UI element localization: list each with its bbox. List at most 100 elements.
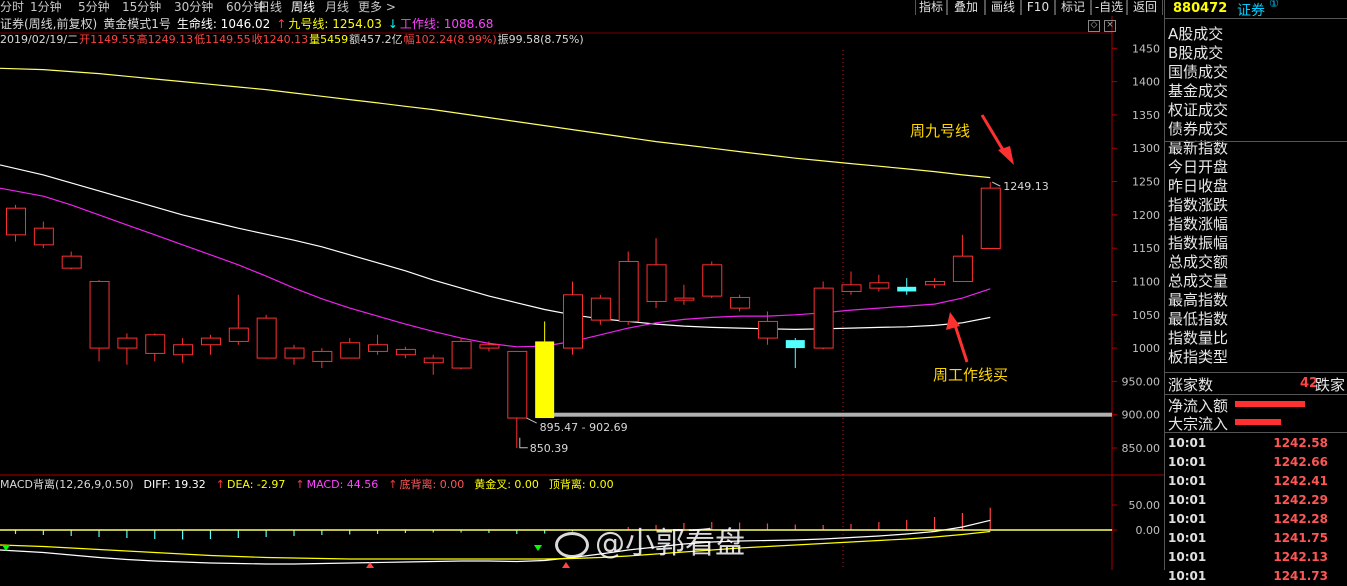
annotation-work-line-buy: 周工作线买 — [933, 366, 1009, 384]
candle — [785, 340, 805, 349]
support-line — [540, 412, 1112, 417]
macdline-item-1: DIFF: 19.32 — [143, 478, 206, 491]
candle — [674, 297, 695, 301]
security-code: 880472 — [1173, 1, 1228, 16]
candle — [730, 296, 751, 309]
tick-time: 10:01 — [1168, 550, 1207, 564]
y-axis-label: 1250 — [1132, 176, 1160, 189]
tick-value: 1242.66 — [1273, 455, 1328, 469]
infoline1-item-3: ↑ — [276, 17, 287, 31]
sidebar-item-3[interactable]: 基金成交 — [1168, 82, 1228, 101]
sidebar-item-15[interactable]: 最低指数 — [1168, 310, 1228, 329]
sidebar-item-5[interactable]: 债券成交 — [1168, 120, 1228, 139]
sidebar-item-8[interactable]: 昨日收盘 — [1168, 177, 1228, 196]
tick-time: 10:01 — [1168, 474, 1207, 488]
macdline-item-9: 顶背离: 0.00 — [548, 478, 614, 491]
sidebar-item-14[interactable]: 最高指数 — [1168, 291, 1228, 310]
macdline-item-0: MACD背离(12,26,9,0.50) — [0, 478, 134, 491]
infoline2-item-0: 2019/02/19/二 — [0, 33, 79, 46]
sidebar-item-16[interactable]: 指数量比 — [1168, 329, 1228, 348]
sidebar-item-13[interactable]: 总成交量 — [1168, 272, 1228, 291]
candle — [952, 255, 973, 282]
fall-label: 跌家 — [1315, 376, 1346, 394]
y-axis-label: 950.00 — [1122, 375, 1161, 388]
macdline-item-7: 底背离: 0.00 — [399, 478, 465, 491]
candle — [869, 282, 890, 289]
period-tab-9[interactable]: 更多 > — [358, 0, 396, 14]
candle — [451, 340, 472, 369]
rise-label: 涨家数 — [1168, 376, 1214, 394]
period-tab-7[interactable]: 周线 — [291, 0, 315, 14]
candle — [61, 255, 82, 269]
toolbar-button-5[interactable]: -自选 — [1091, 0, 1127, 15]
sidebar-item-7[interactable]: 今日开盘 — [1168, 158, 1228, 177]
sidebar-item-9[interactable]: 指数涨跌 — [1168, 196, 1228, 215]
tick-time: 10:01 — [1168, 436, 1207, 450]
sidebar-item-2[interactable]: 国债成交 — [1168, 63, 1228, 82]
candle — [173, 344, 194, 356]
candle — [228, 327, 249, 342]
y-axis-label: 1400 — [1132, 76, 1160, 89]
arrow-work-line — [952, 321, 969, 363]
period-tab-2[interactable]: 5分钟 — [78, 0, 110, 14]
period-tab-0[interactable]: 分时 — [0, 0, 24, 14]
low-label: 850.39 — [530, 442, 569, 455]
toolbar-button-1[interactable]: 叠加 — [947, 0, 985, 15]
candle — [535, 341, 555, 419]
infoline2-item-2: 高1249.13 — [136, 33, 194, 46]
toolbar-button-3[interactable]: F10 — [1021, 0, 1055, 15]
sidebar-item-10[interactable]: 指数涨幅 — [1168, 215, 1228, 234]
y-axis-label: 1200 — [1132, 209, 1160, 222]
tick-time: 10:01 — [1168, 512, 1207, 526]
y-axis-label: 1000 — [1132, 342, 1160, 355]
candle — [89, 280, 110, 349]
restore-icon[interactable]: ◇ — [1088, 20, 1100, 32]
tick-time: 10:01 — [1168, 455, 1207, 469]
macd-y-label: 50.00 — [1129, 499, 1161, 512]
infoline2-item-8: 振99.58(8.75%) — [497, 33, 584, 46]
tick-row: 10:01 1242.41 — [1165, 472, 1347, 491]
period-tab-4[interactable]: 30分钟 — [174, 0, 213, 14]
candle — [841, 284, 862, 292]
candle — [618, 260, 639, 322]
ma-line-1 — [0, 164, 991, 331]
sidebar-item-17[interactable]: 板指类型 — [1168, 348, 1228, 367]
y-axis-label: 1150 — [1132, 242, 1160, 255]
candle — [368, 344, 389, 352]
infoline1-item-6: 工作线: 1088.68 — [399, 17, 494, 31]
big-inflow-row: 大宗流入 — [1165, 413, 1347, 433]
low-pointer — [519, 437, 528, 449]
y-axis-label: 900.00 — [1122, 409, 1161, 422]
period-tab-8[interactable]: 月线 — [325, 0, 349, 14]
toolbar-button-4[interactable]: 标记 — [1055, 0, 1091, 15]
security-badge: ① — [1269, 0, 1279, 10]
indicator-info-line: 证券(周线,前复权) 黄金模式1号 生命线: 1046.02 ↑ 九号线: 1254.0… — [0, 16, 499, 32]
sidebar-item-0[interactable]: A股成交 — [1168, 25, 1223, 44]
toolbar-button-6[interactable]: 返回 — [1127, 0, 1163, 15]
infoline1-item-0: 证券(周线,前复权) — [0, 17, 98, 31]
candle — [312, 350, 333, 362]
net-inflow-row: 净流入额 — [1165, 394, 1347, 415]
toolbar-button-2[interactable]: 画线 — [985, 0, 1021, 15]
tick-row: 10:01 1242.66 — [1165, 453, 1347, 472]
infoline1-item-4: 九号线: 1254.03 — [288, 17, 382, 31]
tick-value: 1242.58 — [1273, 436, 1328, 450]
security-name: 证券 — [1237, 3, 1265, 19]
toolbar-button-0[interactable]: 指标 — [915, 0, 947, 15]
period-tab-6[interactable]: 日线 — [258, 0, 282, 14]
period-tab-1[interactable]: 1分钟 — [30, 0, 62, 14]
macd-info-line: MACD背离(12,26,9,0.50) DIFF: 19.32 ↑ DEA: -2.… — [0, 478, 624, 492]
infoline2-item-4: 收1240.13 — [251, 33, 309, 46]
candle — [813, 287, 834, 349]
close-icon[interactable]: × — [1104, 20, 1116, 32]
sidebar-item-4[interactable]: 权证成交 — [1168, 101, 1228, 120]
candle — [563, 294, 583, 349]
period-tab-3[interactable]: 15分钟 — [122, 0, 161, 14]
sidebar-item-12[interactable]: 总成交额 — [1168, 253, 1228, 272]
sidebar-item-11[interactable]: 指数振幅 — [1168, 234, 1228, 253]
sidebar-item-1[interactable]: B股成交 — [1168, 44, 1223, 63]
y-axis-label: 1300 — [1132, 142, 1160, 155]
arrow-work-line-head — [946, 312, 960, 330]
tick-value: 1242.28 — [1273, 512, 1328, 526]
weibo-icon — [555, 531, 589, 558]
